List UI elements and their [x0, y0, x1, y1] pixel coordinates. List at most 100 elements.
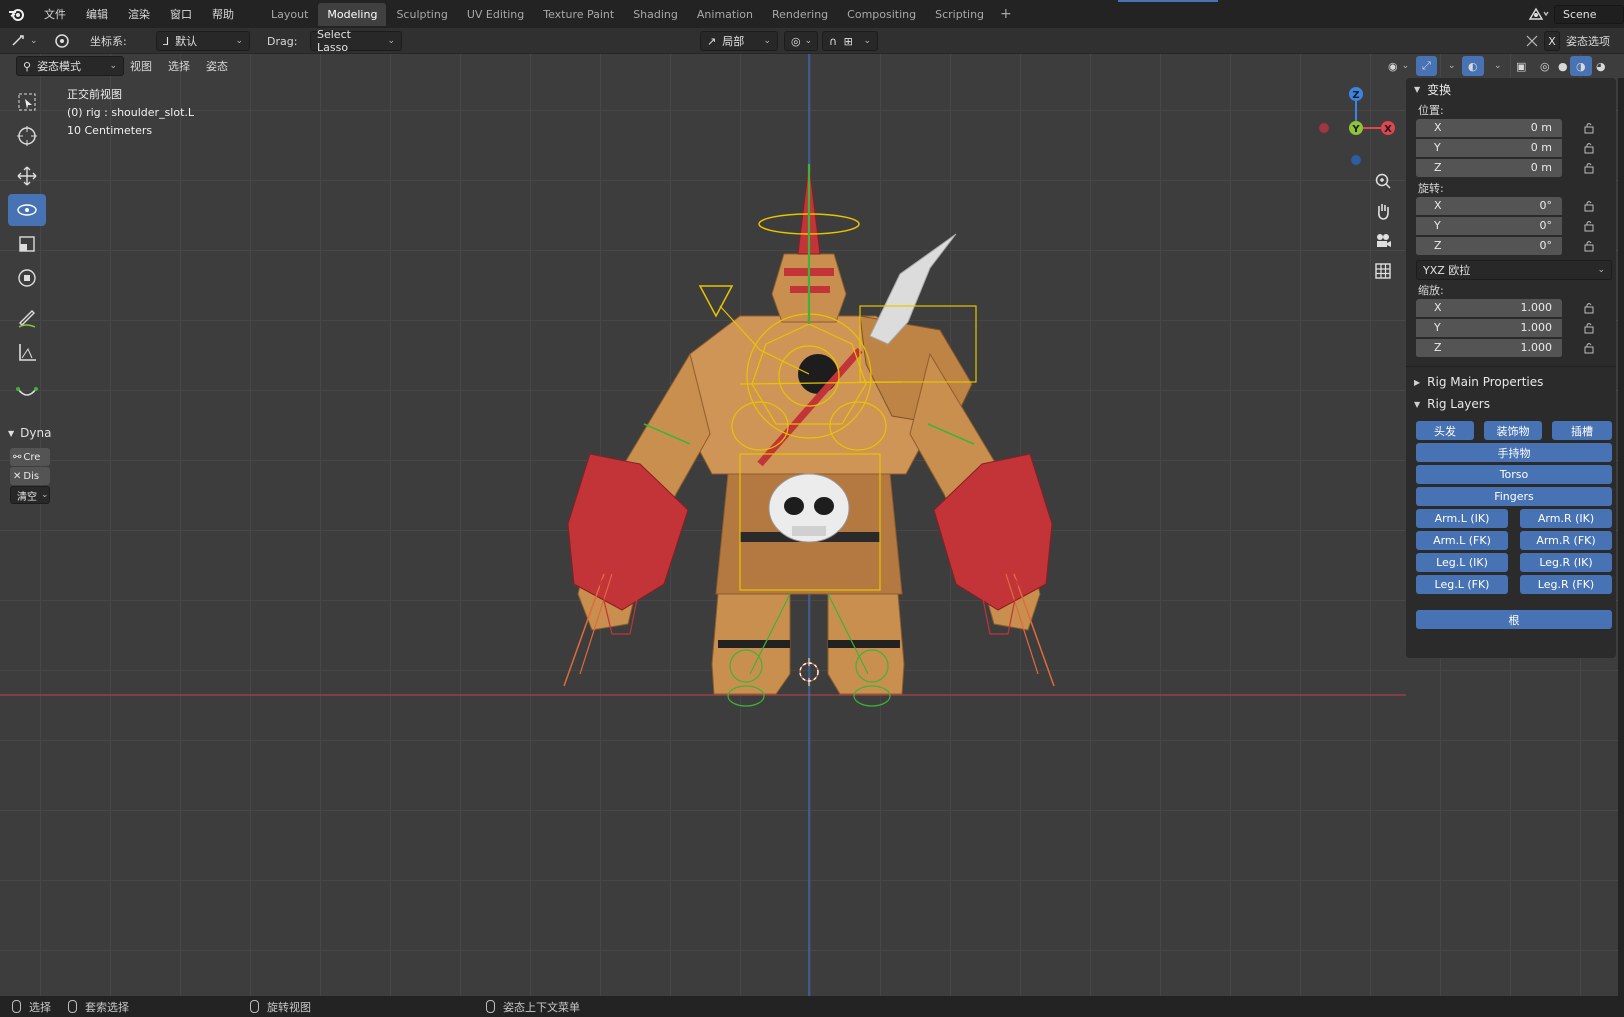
pivot-dropdown[interactable]: ↗ 局部 ⌄ — [700, 31, 778, 51]
layer-arm-l-fk-button[interactable]: Arm.L (FK) — [1416, 531, 1508, 550]
rotation-x-field[interactable]: X 0° — [1416, 196, 1562, 216]
layer-torso-button[interactable]: Torso — [1416, 465, 1612, 484]
lock-icon[interactable] — [1582, 341, 1596, 355]
layer-leg-r-fk-button[interactable]: Leg.R (FK) — [1520, 575, 1612, 594]
scale-z-field[interactable]: Z 1.000 — [1416, 338, 1562, 358]
lock-icon[interactable] — [1582, 199, 1596, 213]
add-workspace-button[interactable]: + — [994, 6, 1018, 22]
blender-logo-icon[interactable] — [0, 0, 34, 28]
location-z-field[interactable]: Z0 m — [1416, 158, 1562, 178]
proportional-toggle[interactable]: ∩ ⊞ ⌄ — [822, 31, 878, 51]
tab-rendering[interactable]: Rendering — [763, 3, 837, 26]
visibility-dropdown[interactable]: ◉ ⌄ — [1382, 56, 1415, 76]
rotation-mode-dropdown[interactable]: YXZ 欧拉 ⌄ — [1416, 260, 1612, 280]
rendered-shading[interactable]: ◕ — [1590, 56, 1612, 76]
overlay-icon: ◐ — [1468, 59, 1478, 73]
zoom-button[interactable] — [1370, 168, 1396, 194]
bone-envelope-tool[interactable] — [8, 376, 46, 408]
move-tool[interactable] — [8, 160, 46, 192]
scale-tool[interactable] — [8, 228, 46, 260]
layer-arm-r-ik-button[interactable]: Arm.R (IK) — [1520, 509, 1612, 528]
camera-view-button[interactable] — [1370, 228, 1396, 254]
layer-fingers-button[interactable]: Fingers — [1416, 487, 1612, 506]
layer-leg-r-ik-button[interactable]: Leg.R (IK) — [1520, 553, 1612, 572]
scene-render[interactable] — [0, 54, 1406, 996]
tab-texture-paint[interactable]: Texture Paint — [534, 3, 623, 26]
measure-tool[interactable] — [8, 336, 46, 368]
sidebar-tabs-strip[interactable] — [1618, 78, 1624, 996]
tab-shading[interactable]: Shading — [624, 3, 687, 26]
scale-x-field[interactable]: X 1.000 — [1416, 298, 1562, 318]
transform-tool[interactable] — [8, 262, 46, 294]
layer-ornament-button[interactable]: 装饰物 — [1484, 421, 1542, 440]
overlay-toggle[interactable]: ◐ — [1462, 56, 1484, 76]
layer-leg-l-fk-button[interactable]: Leg.L (FK) — [1416, 575, 1508, 594]
select-box-tool[interactable] — [8, 86, 46, 118]
pose-options-button[interactable]: 姿态选项 — [1566, 31, 1610, 51]
layer-slot-button[interactable]: 插槽 — [1552, 421, 1612, 440]
pan-button[interactable] — [1370, 198, 1396, 224]
rotate-tool-icon[interactable] — [52, 31, 72, 51]
navigation-gizmo[interactable]: Z Y X — [1316, 86, 1396, 166]
ortho-toggle-button[interactable] — [1370, 258, 1396, 284]
scene-name[interactable]: Scene — [1554, 4, 1624, 24]
cursor-tool[interactable] — [8, 120, 46, 152]
layer-hair-button[interactable]: 头发 — [1416, 421, 1474, 440]
lock-icon[interactable] — [1582, 219, 1596, 233]
layer-arm-l-ik-button[interactable]: Arm.L (IK) — [1416, 509, 1508, 528]
menu-render[interactable]: 渲染 — [118, 6, 160, 22]
annotate-tool[interactable] — [8, 302, 46, 334]
menu-select[interactable]: 选择 — [162, 56, 196, 76]
xray-toggle[interactable]: ▣ — [1510, 56, 1532, 76]
lock-icon[interactable] — [1582, 239, 1596, 253]
menu-edit[interactable]: 编辑 — [76, 6, 118, 22]
layer-leg-l-ik-button[interactable]: Leg.L (IK) — [1416, 553, 1508, 572]
mirror-icon[interactable] — [1524, 31, 1540, 51]
tool-icon-dropdown[interactable]: ⌄ — [10, 31, 38, 51]
location-x-field[interactable]: X0 m — [1416, 118, 1562, 138]
coord-dropdown[interactable]: ⅃ 默认 ⌄ — [156, 31, 250, 51]
rig-layers-header[interactable]: ▼ Rig Layers — [1406, 393, 1616, 415]
dyna-header[interactable]: ▼ Dyna — [0, 422, 56, 444]
rig-main-properties-header[interactable]: ▶ Rig Main Properties — [1406, 371, 1616, 393]
drag-dropdown[interactable]: Select Lasso ⌄ — [310, 28, 402, 54]
menu-file[interactable]: 文件 — [34, 6, 76, 22]
scene-selector[interactable]: Scene — [1528, 4, 1624, 24]
layer-arm-r-fk-button[interactable]: Arm.R (FK) — [1520, 531, 1612, 550]
gizmo-dropdown[interactable]: ⌄ — [1438, 56, 1462, 76]
menu-pose[interactable]: 姿态 — [200, 56, 234, 76]
tab-animation[interactable]: Animation — [688, 3, 762, 26]
tab-modeling[interactable]: Modeling — [318, 2, 387, 26]
lock-icon[interactable] — [1582, 301, 1596, 315]
dyna-dissolve-button[interactable]: ✕ Dis — [10, 467, 50, 485]
snap-dropdown[interactable]: ◎ ⌄ — [784, 31, 818, 51]
lock-icon[interactable] — [1582, 321, 1596, 335]
tab-compositing[interactable]: Compositing — [838, 3, 925, 26]
tab-sculpting[interactable]: Sculpting — [387, 3, 456, 26]
mode-dropdown[interactable]: ⚲ 姿态模式 ⌄ — [10, 56, 130, 76]
dyna-create-button[interactable]: ⚯ Cre — [10, 448, 50, 466]
tab-uv-editing[interactable]: UV Editing — [458, 3, 533, 26]
menu-view[interactable]: 视图 — [124, 56, 158, 76]
rotation-y-field[interactable]: Y 0° — [1416, 216, 1562, 236]
x-mirror-toggle[interactable]: X — [1544, 31, 1560, 51]
rotate-tool[interactable] — [8, 194, 46, 226]
menu-window[interactable]: 窗口 — [160, 6, 202, 22]
tool-settings-header: ⌄ 坐标系: ⅃ 默认 ⌄ Drag: Select Lasso ⌄ ↗ 局部 … — [0, 28, 1624, 54]
lock-icon[interactable] — [1582, 121, 1596, 135]
dyna-clear-dropdown[interactable]: 清空 ⌄ — [10, 486, 50, 504]
scale-y-field[interactable]: Y 1.000 — [1416, 318, 1562, 338]
rotation-z-field[interactable]: Z 0° — [1416, 236, 1562, 256]
transform-panel-header[interactable]: ▼ 变换 — [1406, 78, 1616, 100]
overlay-dropdown[interactable]: ⌄ — [1484, 56, 1508, 76]
layer-hand-button[interactable]: 手持物 — [1416, 443, 1612, 462]
tab-layout[interactable]: Layout — [262, 3, 317, 26]
material-shading[interactable]: ◑ — [1570, 56, 1592, 76]
lock-icon[interactable] — [1582, 161, 1596, 175]
layer-root-button[interactable]: 根 — [1416, 610, 1612, 629]
lock-icon[interactable] — [1582, 141, 1596, 155]
menu-help[interactable]: 帮助 — [202, 6, 244, 22]
location-y-field[interactable]: Y0 m — [1416, 138, 1562, 158]
tab-scripting[interactable]: Scripting — [926, 3, 993, 26]
gizmo-toggle[interactable]: ⤢ — [1416, 56, 1437, 76]
